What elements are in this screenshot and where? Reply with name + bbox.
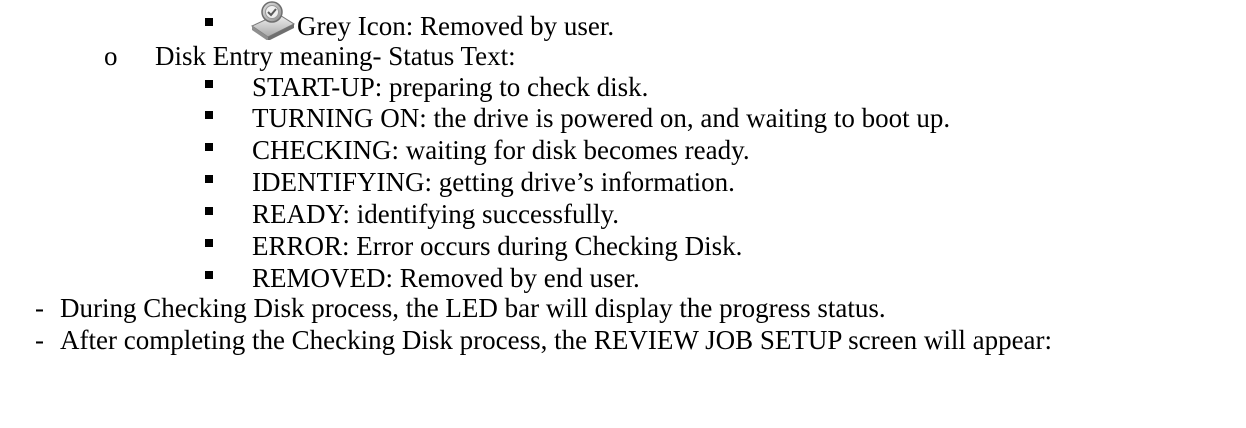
status-item: READY: identifying successfully.: [252, 199, 619, 229]
dash-item: After completing the Checking Disk proce…: [60, 325, 1053, 355]
dash-item: During Checking Disk process, the LED ba…: [60, 293, 886, 323]
bullet-square: [205, 80, 213, 88]
bullet-square: [205, 271, 213, 279]
bullet-square: [205, 143, 213, 151]
status-item: IDENTIFYING: getting drive’s information…: [252, 167, 735, 197]
bullet-square: [205, 175, 213, 183]
status-item: CHECKING: waiting for disk becomes ready…: [252, 135, 750, 165]
bullet-square: [205, 207, 213, 215]
bullet-circle: o: [104, 41, 118, 71]
bullet-dash: -: [35, 293, 44, 323]
bullet-dash: -: [35, 325, 44, 355]
grey-disk-icon: [250, 1, 296, 40]
status-item: START-UP: preparing to check disk.: [252, 72, 649, 102]
bullet-square: [205, 18, 213, 26]
bullet-square: [205, 111, 213, 119]
document-page: { "grey_icon_item": { "icon": "grey-disk…: [0, 0, 1246, 428]
status-heading: Disk Entry meaning- Status Text:: [155, 41, 516, 71]
bullet-square: [205, 239, 213, 247]
status-item: TURNING ON: the drive is powered on, and…: [252, 103, 951, 133]
grey-icon-text: Grey Icon: Removed by user.: [297, 11, 615, 41]
status-item: REMOVED: Removed by end user.: [252, 263, 640, 293]
status-item: ERROR: Error occurs during Checking Disk…: [252, 231, 743, 261]
